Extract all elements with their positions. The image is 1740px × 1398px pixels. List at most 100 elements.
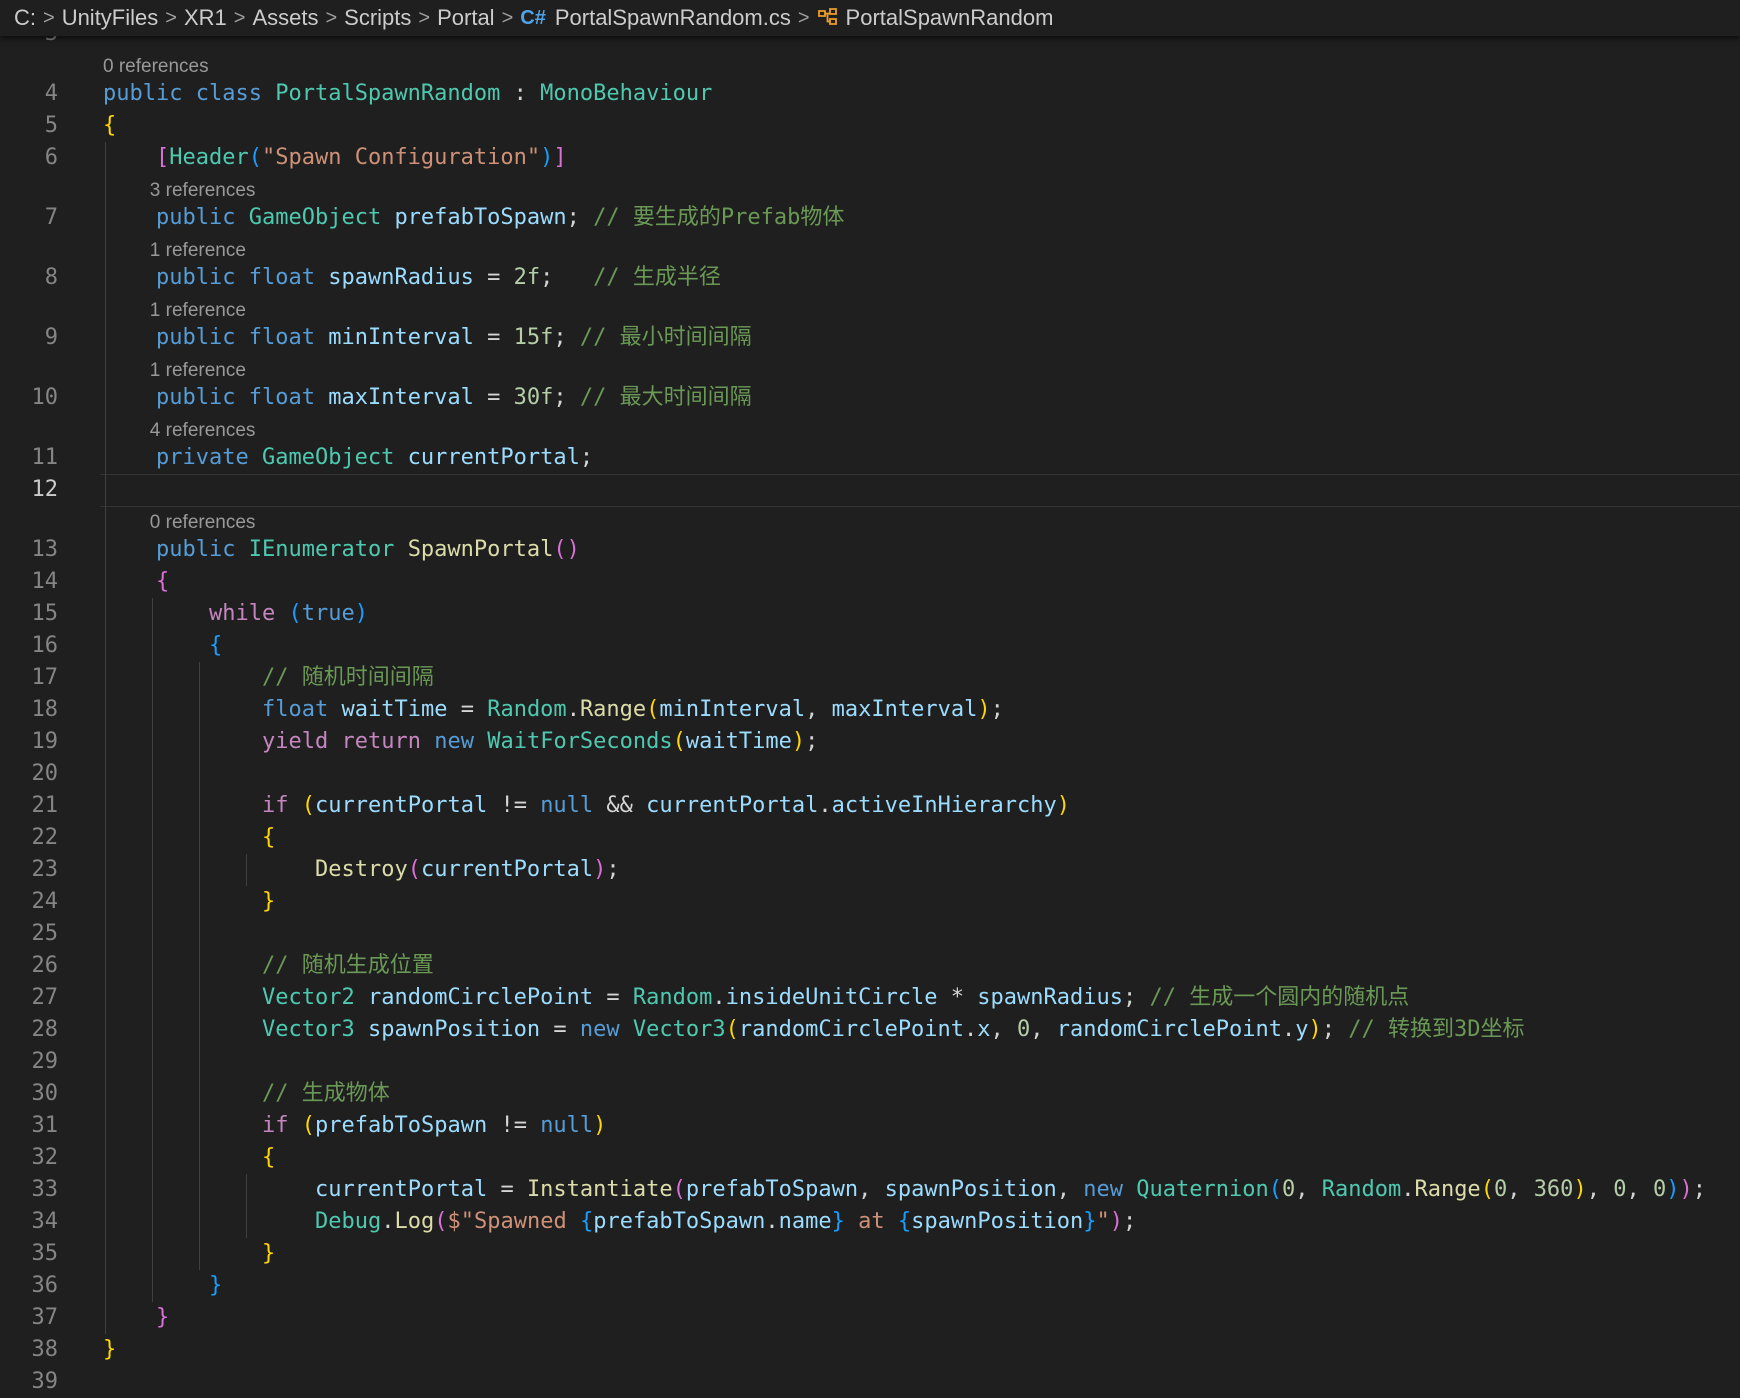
code-line[interactable]: 26 // 随机生成位置 (0, 950, 1740, 982)
code-line[interactable]: 5{ (0, 110, 1740, 142)
code-line[interactable]: 24 } (0, 886, 1740, 918)
code-lens-references[interactable]: 0 references (103, 53, 209, 81)
code-text[interactable]: Vector2 randomCirclePoint = Random.insid… (103, 982, 1409, 1014)
line-number: 30 (31, 1081, 59, 1106)
code-lens-references[interactable]: 1 reference (150, 237, 246, 265)
line-number: 35 (31, 1241, 59, 1266)
code-editor[interactable]: 30 references4public class PortalSpawnRa… (0, 21, 1740, 1394)
code-line[interactable]: 6 [Header("Spawn Configuration")] (0, 142, 1740, 174)
code-line[interactable]: 14 { (0, 566, 1740, 598)
code-text[interactable]: if (currentPortal != null && currentPort… (103, 790, 1070, 822)
indent-guide (246, 1174, 247, 1238)
line-number: 16 (31, 633, 59, 658)
code-line[interactable]: 20 (0, 758, 1740, 790)
code-line[interactable]: 21 if (currentPortal != null && currentP… (0, 790, 1740, 822)
breadcrumb-item[interactable]: Scripts (344, 5, 411, 31)
code-text[interactable]: } (103, 1270, 222, 1302)
code-text[interactable]: { (103, 566, 169, 598)
line-number: 36 (31, 1273, 59, 1298)
code-text[interactable]: } (103, 1334, 116, 1366)
code-text[interactable]: { (103, 822, 275, 854)
code-lens-references[interactable]: 1 reference (150, 297, 246, 325)
line-number: 12 (31, 477, 59, 502)
code-line[interactable]: 23 Destroy(currentPortal); (0, 854, 1740, 886)
breadcrumb: C: > UnityFiles > XR1 > Assets > Scripts > Portal >… (0, 0, 1740, 36)
line-number: 14 (31, 569, 59, 594)
class-symbol-icon (817, 7, 839, 33)
code-line[interactable]: 30 // 生成物体 (0, 1078, 1740, 1110)
line-number: 11 (31, 445, 59, 470)
code-text[interactable]: while (true) (103, 598, 368, 630)
code-text[interactable]: public float spawnRadius = 2f; // 生成半径 (103, 262, 721, 294)
code-text[interactable]: public GameObject prefabToSpawn; // 要生成的… (103, 202, 844, 234)
breadcrumb-item[interactable]: UnityFiles (62, 5, 159, 31)
code-text[interactable]: Destroy(currentPortal); (103, 854, 620, 886)
code-text[interactable]: if (prefabToSpawn != null) (103, 1110, 606, 1142)
code-line[interactable]: 27 Vector2 randomCirclePoint = Random.in… (0, 982, 1740, 1014)
breadcrumb-item[interactable]: Assets (252, 5, 318, 31)
code-line[interactable]: 32 { (0, 1142, 1740, 1174)
code-line[interactable]: 34 Debug.Log($"Spawned {prefabToSpawn.na… (0, 1206, 1740, 1238)
code-line[interactable]: 4 public class PortalSpawnRandom : MonoBe… (0, 78, 1740, 110)
code-text[interactable]: // 生成物体 (103, 1078, 390, 1110)
breadcrumb-item[interactable]: PortalSpawnRandom.cs (555, 5, 791, 31)
code-line[interactable]: 7 public GameObject prefabToSpawn; // 要生… (0, 202, 1740, 234)
code-line[interactable]: 18 float waitTime = Random.Range(minInte… (0, 694, 1740, 726)
code-text[interactable]: public float minInterval = 15f; // 最小时间间… (103, 322, 752, 354)
line-number: 17 (31, 665, 59, 690)
code-text[interactable]: } (103, 886, 275, 918)
code-text[interactable]: public float maxInterval = 30f; // 最大时间间… (103, 382, 752, 414)
code-text[interactable]: float waitTime = Random.Range(minInterva… (103, 694, 1004, 726)
code-line[interactable]: 12 (0, 474, 1740, 506)
code-text[interactable]: Debug.Log($"Spawned {prefabToSpawn.name}… (103, 1206, 1136, 1238)
code-line[interactable]: 25 (0, 918, 1740, 950)
code-text[interactable]: [Header("Spawn Configuration")] (103, 142, 567, 174)
code-line[interactable]: 37 } (0, 1302, 1740, 1334)
code-line[interactable]: 8 public float spawnRadius = 2f; // 生成半径 (0, 262, 1740, 294)
breadcrumb-separator: > (418, 6, 431, 29)
code-text[interactable]: public class PortalSpawnRandom : MonoBeh… (103, 78, 712, 110)
code-text[interactable]: private GameObject currentPortal; (103, 442, 593, 474)
code-line[interactable]: 33 currentPortal = Instantiate(prefabToS… (0, 1174, 1740, 1206)
indent-guide (105, 142, 106, 1334)
line-number: 39 (31, 1369, 59, 1394)
code-line[interactable]: 31 if (prefabToSpawn != null) (0, 1110, 1740, 1142)
code-text[interactable]: { (103, 1142, 275, 1174)
code-line[interactable]: 36 } (0, 1270, 1740, 1302)
code-text[interactable]: { (103, 630, 222, 662)
indent-guide (152, 598, 153, 1302)
code-line[interactable]: 19 yield return new WaitForSeconds(waitT… (0, 726, 1740, 758)
line-number: 26 (31, 953, 59, 978)
code-lens-references[interactable]: 1 reference (150, 357, 246, 385)
breadcrumb-item[interactable]: XR1 (184, 5, 227, 31)
line-number: 19 (31, 729, 59, 754)
code-line[interactable]: 13 public IEnumerator SpawnPortal() (0, 534, 1740, 566)
code-text[interactable]: public IEnumerator SpawnPortal() (103, 534, 580, 566)
code-line[interactable]: 39 (0, 1366, 1740, 1398)
breadcrumb-item[interactable]: C: (14, 5, 36, 31)
code-line[interactable]: 11 private GameObject currentPortal; (0, 442, 1740, 474)
code-line[interactable]: 15 while (true) (0, 598, 1740, 630)
breadcrumb-item[interactable]: PortalSpawnRandom (846, 5, 1054, 31)
breadcrumb-separator: > (501, 6, 514, 29)
code-text[interactable]: } (103, 1238, 275, 1270)
code-line[interactable]: 28 Vector3 spawnPosition = new Vector3(r… (0, 1014, 1740, 1046)
code-line[interactable]: 17 // 随机时间间隔 (0, 662, 1740, 694)
code-text[interactable]: yield return new WaitForSeconds(waitTime… (103, 726, 818, 758)
code-line[interactable]: 38} (0, 1334, 1740, 1366)
breadcrumb-item[interactable]: Portal (437, 5, 494, 31)
code-text[interactable]: } (103, 1302, 169, 1334)
code-lens-references[interactable]: 0 references (150, 509, 256, 537)
code-line[interactable]: 22 { (0, 822, 1740, 854)
csharp-file-icon: C# (520, 6, 546, 29)
code-text[interactable]: Vector3 spawnPosition = new Vector3(rand… (103, 1014, 1525, 1046)
code-line[interactable]: 9 public float minInterval = 15f; // 最小时… (0, 322, 1740, 354)
code-line[interactable]: 29 (0, 1046, 1740, 1078)
code-line[interactable]: 35 } (0, 1238, 1740, 1270)
code-line[interactable]: 16 { (0, 630, 1740, 662)
code-text[interactable]: currentPortal = Instantiate(prefabToSpaw… (103, 1174, 1706, 1206)
code-lens-references[interactable]: 4 references (150, 417, 256, 445)
code-line[interactable]: 10 public float maxInterval = 30f; // 最大… (0, 382, 1740, 414)
code-text[interactable]: { (103, 110, 116, 142)
code-lens-references[interactable]: 3 references (150, 177, 256, 205)
